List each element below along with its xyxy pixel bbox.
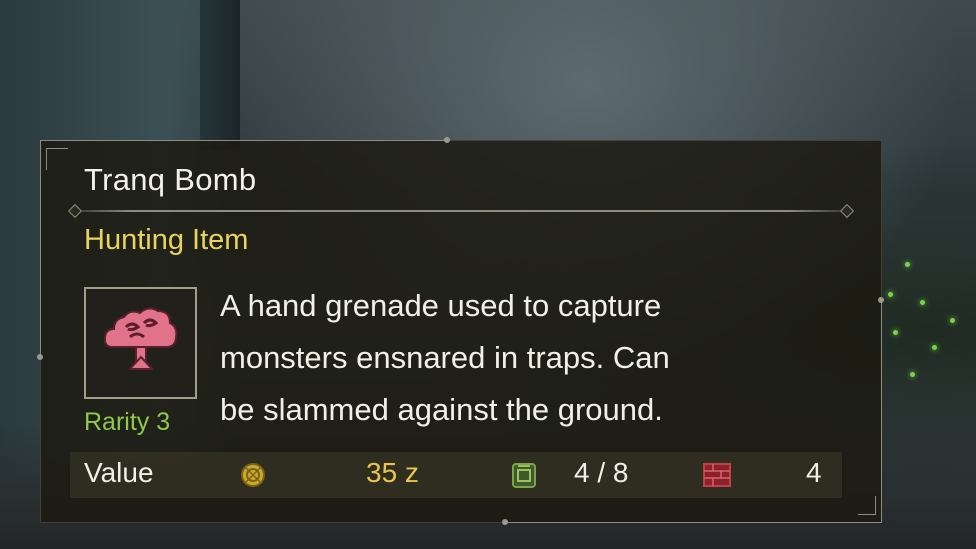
- item-pouch-icon: [512, 463, 536, 488]
- item-category: Hunting Item: [84, 224, 249, 256]
- item-box-icon: [703, 463, 731, 487]
- item-box-count: 4: [806, 457, 822, 488]
- tranq-bomb-icon: [103, 307, 178, 370]
- value-label: Value: [84, 457, 154, 488]
- zenny-coin-icon: [241, 463, 265, 487]
- background-rock-ridge: [200, 0, 240, 150]
- description-line: monsters ensnared in traps. Can: [220, 340, 670, 375]
- title-separator: [70, 210, 850, 212]
- item-rarity: Rarity 3: [84, 408, 171, 436]
- pouch-carry-count: 4 / 8: [574, 457, 629, 488]
- description-line: A hand grenade used to capture: [220, 288, 662, 323]
- item-value: 35 z: [366, 457, 419, 488]
- description-line: be slammed against the ground.: [220, 392, 663, 427]
- item-name: Tranq Bomb: [84, 162, 257, 197]
- item-icon-frame: [84, 287, 197, 399]
- item-description: A hand grenade used to capture monsters …: [220, 280, 780, 436]
